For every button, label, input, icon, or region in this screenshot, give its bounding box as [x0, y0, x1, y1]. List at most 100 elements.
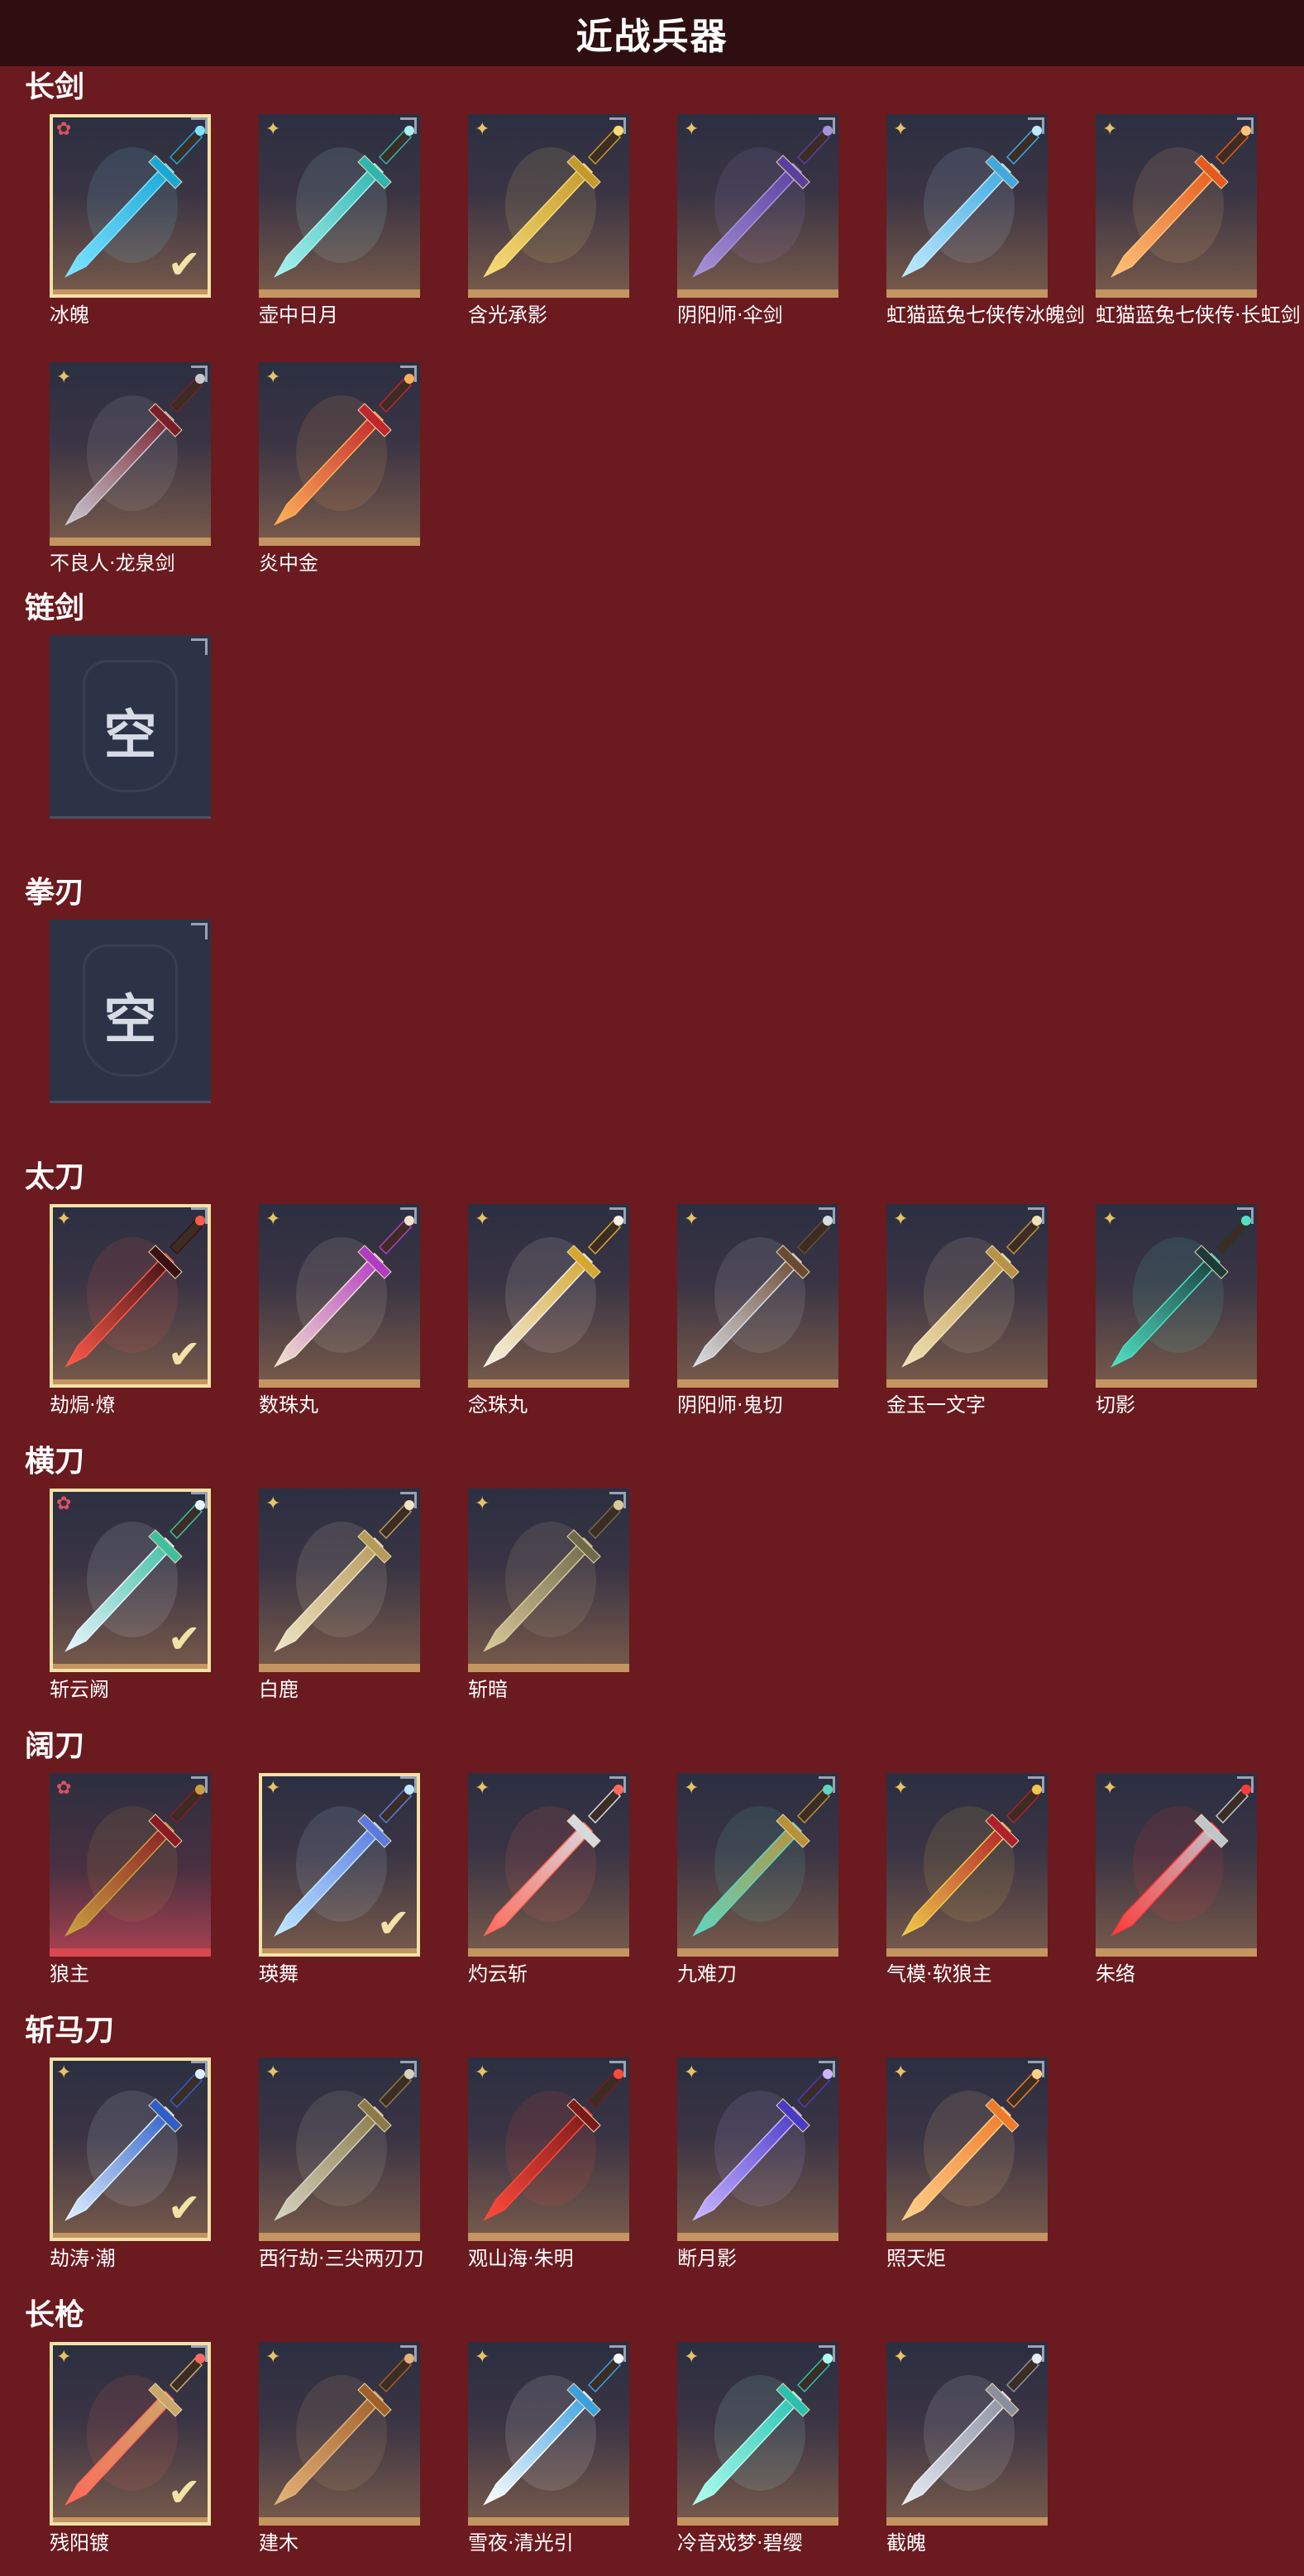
weapon-card[interactable]: ✦ 冷音戏梦·碧缨 — [677, 2342, 838, 2555]
corner-bracket-icon — [191, 117, 208, 134]
weapon-icon — [274, 1216, 414, 1368]
weapon-name: 气模·软狼主 — [886, 1962, 992, 1986]
weapon-card[interactable]: ✦ 气模·软狼主 — [886, 1773, 1048, 1986]
weapon-card[interactable]: ✦ 截魄 — [886, 2342, 1048, 2555]
weapon-card[interactable]: ✦ 含光承影 — [468, 114, 629, 327]
weapon-tile: ✦ — [468, 114, 629, 298]
weapon-card[interactable]: ✦ ✔ 瑛舞 — [259, 1773, 420, 1986]
weapon-tile: ✦ — [677, 114, 838, 298]
weapon-icon — [483, 1216, 623, 1368]
weapon-card[interactable]: ✦ 阴阳师·鬼切 — [677, 1204, 838, 1417]
weapon-card[interactable]: ✿ 狼主 — [50, 1773, 211, 1986]
weapon-card[interactable]: ✦ 不良人·龙泉剑 — [50, 362, 211, 576]
corner-bracket-icon — [609, 2345, 626, 2362]
weapon-card[interactable]: ✦ 虹猫蓝兔七侠传·长虹剑 — [1096, 114, 1301, 327]
empty-slot-card[interactable]: 空 — [50, 920, 211, 1103]
weapon-name: 虹猫蓝兔七侠传·长虹剑 — [1096, 303, 1301, 327]
weapon-tile: ✦ — [259, 1489, 420, 1672]
rank-gold-icon: ✦ — [684, 2062, 700, 2083]
weapon-card[interactable]: ✦ 观山海·朱明 — [468, 2057, 629, 2271]
weapon-card[interactable]: ✦ 白鹿 — [259, 1489, 420, 1702]
corner-bracket-icon — [1237, 1776, 1254, 1793]
title-bar: 近战兵器 — [0, 0, 1304, 66]
weapon-tile: ✦ ✔ — [50, 1204, 211, 1388]
weapon-card[interactable]: ✿ ✔ 斩云阙 — [50, 1489, 211, 1702]
rank-red-icon: ✿ — [56, 1778, 72, 1799]
weapon-card[interactable]: ✦ 念珠丸 — [468, 1204, 629, 1417]
rank-gold-icon: ✦ — [893, 2062, 909, 2083]
rank-gold-icon: ✦ — [684, 1209, 700, 1230]
weapon-card[interactable]: ✦ 朱络 — [1096, 1773, 1257, 1986]
weapon-name: 灼云斩 — [468, 1962, 528, 1986]
corner-bracket-icon — [400, 1776, 417, 1793]
weapon-tile: ✦ — [259, 114, 420, 298]
weapon-card[interactable]: ✦ 断月影 — [677, 2057, 838, 2271]
weapon-icon — [692, 126, 833, 278]
weapon-card[interactable]: ✦ ✔ 劫焗·燎 — [50, 1204, 211, 1417]
rank-gold-icon: ✦ — [475, 1209, 490, 1230]
corner-bracket-icon — [191, 638, 208, 655]
weapon-tile: ✦ — [677, 1204, 838, 1388]
weapon-card[interactable]: ✦ 虹猫蓝兔七侠传冰魄剑 — [886, 114, 1085, 327]
weapon-icon — [64, 1785, 205, 1937]
weapon-tile: ✿ — [50, 1773, 211, 1957]
weapon-name: 朱络 — [1096, 1962, 1135, 1986]
corner-bracket-icon — [1028, 2345, 1044, 2362]
weapon-card[interactable]: ✦ 斩暗 — [468, 1489, 629, 1702]
weapon-tile: ✦ — [1096, 1773, 1257, 1957]
weapon-tile: 空 — [50, 920, 211, 1103]
rank-gold-icon: ✦ — [265, 1494, 281, 1514]
weapon-card[interactable]: ✦ 炎中金 — [259, 362, 420, 576]
weapon-card[interactable]: ✦ 壶中日月 — [259, 114, 420, 327]
weapon-card[interactable]: ✿ ✔ 冰魄 — [50, 114, 211, 327]
rank-gold-icon: ✦ — [265, 1778, 281, 1799]
weapon-tile: ✦ — [886, 114, 1048, 298]
weapon-tile: ✦ ✔ — [50, 2342, 211, 2526]
weapon-card[interactable]: ✦ 雪夜·清光引 — [468, 2342, 629, 2555]
weapon-name: 阴阳师·鬼切 — [677, 1393, 783, 1417]
weapon-name: 斩云阙 — [50, 1678, 109, 1701]
weapon-tile: ✦ — [1096, 1204, 1257, 1388]
rank-red-icon: ✿ — [56, 1494, 72, 1514]
corner-bracket-icon — [191, 1776, 208, 1793]
rank-gold-icon: ✦ — [684, 1778, 700, 1799]
weapon-tile: ✦ — [259, 362, 420, 546]
weapon-card[interactable]: ✦ 照天炬 — [886, 2057, 1048, 2271]
weapon-card[interactable]: ✦ 阴阳师·伞剑 — [677, 114, 838, 327]
weapon-card[interactable]: ✦ 切影 — [1096, 1204, 1257, 1417]
weapon-card[interactable]: ✦ ✔ 劫涛·潮 — [50, 2057, 211, 2271]
weapon-name: 数珠丸 — [259, 1393, 318, 1417]
weapon-card[interactable]: ✦ ✔ 残阳镀 — [50, 2342, 211, 2555]
empty-slot-card[interactable]: 空 — [50, 635, 211, 819]
weapon-card[interactable]: ✦ 金玉一文字 — [886, 1204, 1048, 1417]
weapon-tile: ✦ — [50, 362, 211, 546]
corner-bracket-icon — [191, 1207, 208, 1224]
section-title: 横刀 — [25, 1445, 85, 1479]
weapon-card[interactable]: ✦ 数珠丸 — [259, 1204, 420, 1417]
weapon-card[interactable]: ✦ 灼云斩 — [468, 1773, 629, 1986]
weapon-name: 劫焗·燎 — [50, 1393, 116, 1417]
section-title: 拳刃 — [25, 876, 85, 910]
corner-bracket-icon — [609, 117, 626, 134]
weapon-icon — [692, 1785, 833, 1937]
weapon-name: 西行劫·三尖两刃刀 — [259, 2247, 424, 2270]
weapon-tile: ✦ — [468, 2057, 629, 2241]
rank-gold-icon: ✦ — [56, 2062, 72, 2083]
rank-gold-icon: ✦ — [265, 1209, 281, 1230]
corner-bracket-icon — [400, 2061, 417, 2077]
weapon-tile: ✦ — [677, 2057, 838, 2241]
weapon-card[interactable]: ✦ 九难刀 — [677, 1773, 838, 1986]
rank-gold-icon: ✦ — [56, 367, 72, 388]
weapon-tile: ✦ — [886, 2342, 1048, 2526]
weapon-tile: ✦ — [468, 1204, 629, 1388]
weapon-icon — [901, 126, 1042, 278]
weapon-card[interactable]: ✦ 西行劫·三尖两刃刀 — [259, 2057, 424, 2271]
rank-gold-icon: ✦ — [475, 119, 490, 140]
rank-red-icon: ✿ — [56, 119, 72, 140]
weapon-name: 九难刀 — [677, 1962, 737, 1986]
corner-bracket-icon — [400, 366, 417, 382]
weapon-icon — [274, 126, 414, 278]
weapon-icon — [901, 1216, 1042, 1368]
section-title: 太刀 — [25, 1160, 85, 1194]
weapon-card[interactable]: ✦ 建木 — [259, 2342, 420, 2555]
